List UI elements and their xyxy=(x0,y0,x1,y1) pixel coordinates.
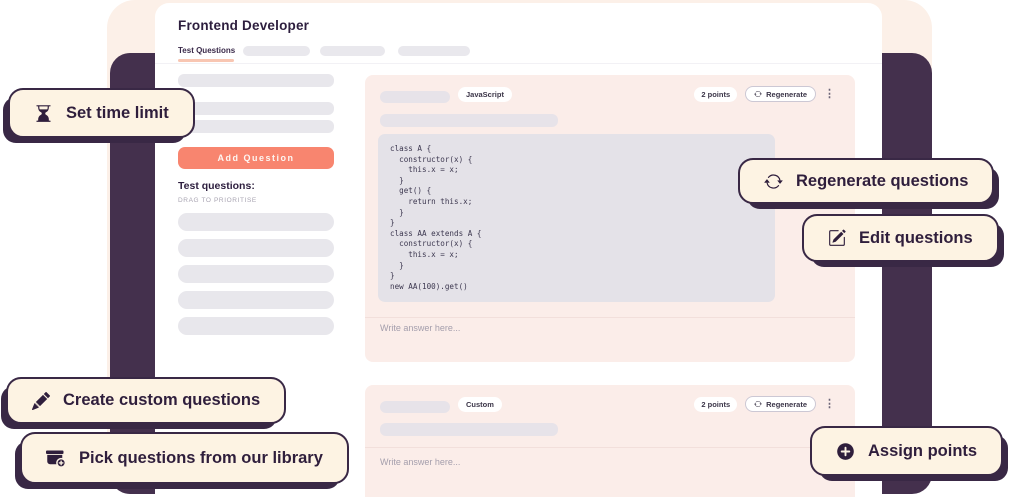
regenerate-button[interactable]: Regenerate xyxy=(745,86,816,102)
question-card-custom: Custom 2 points Regenerate ⋮ xyxy=(365,385,855,497)
drag-to-prioritise-hint: DRAG TO PRIORITISE xyxy=(178,197,257,204)
app-mockup: Frontend Developer Test Questions Add Qu… xyxy=(0,0,1024,500)
more-options-icon[interactable]: ⋮ xyxy=(824,89,835,100)
answer-input[interactable] xyxy=(380,323,800,351)
tab-placeholder-1[interactable] xyxy=(243,46,310,56)
callout-assign-points: Assign points xyxy=(810,426,1003,476)
refresh-icon xyxy=(764,172,783,191)
callout-create-custom-questions: Create custom questions xyxy=(6,377,286,424)
question-title-skeleton xyxy=(380,401,450,413)
pencil-icon xyxy=(32,392,50,410)
refresh-icon xyxy=(754,400,762,408)
regenerate-button-label: Regenerate xyxy=(766,90,807,99)
callout-label: Assign points xyxy=(868,442,977,461)
tab-placeholder-3[interactable] xyxy=(398,46,470,56)
question-list-item[interactable] xyxy=(178,265,334,283)
callout-edit-questions: Edit questions xyxy=(802,214,999,262)
tab-placeholder-2[interactable] xyxy=(320,46,385,56)
card-divider xyxy=(365,317,855,318)
card-divider xyxy=(365,447,855,448)
add-question-button[interactable]: Add Question xyxy=(178,147,334,169)
regenerate-button-label: Regenerate xyxy=(766,400,807,409)
callout-label: Edit questions xyxy=(859,229,973,248)
tabs-divider xyxy=(155,63,882,64)
sidebar-skeleton-row xyxy=(178,120,334,133)
page-title: Frontend Developer xyxy=(178,18,309,33)
active-tab-underline xyxy=(178,59,234,62)
code-snippet-block: class A { constructor(x) { this.x = x; }… xyxy=(378,134,775,302)
question-card-javascript: JavaScript 2 points Regenerate ⋮ class A… xyxy=(365,75,855,362)
sidebar-skeleton-row xyxy=(178,74,334,87)
question-list-item[interactable] xyxy=(178,239,334,257)
question-text-skeleton xyxy=(380,114,558,127)
question-text-skeleton xyxy=(380,423,558,436)
language-badge: Custom xyxy=(458,397,502,412)
question-list-item[interactable] xyxy=(178,213,334,231)
callout-label: Pick questions from our library xyxy=(79,449,323,468)
refresh-icon xyxy=(754,90,762,98)
regenerate-button[interactable]: Regenerate xyxy=(745,396,816,412)
callout-label: Regenerate questions xyxy=(796,172,968,191)
question-list-item[interactable] xyxy=(178,317,334,335)
callout-label: Set time limit xyxy=(66,104,169,123)
callout-regenerate-questions: Regenerate questions xyxy=(738,158,994,204)
plus-circle-icon xyxy=(836,442,855,461)
library-add-icon xyxy=(46,448,66,468)
answer-input[interactable] xyxy=(380,457,800,485)
points-badge[interactable]: 2 points xyxy=(694,397,737,412)
test-questions-heading: Test questions: xyxy=(178,180,255,192)
sidebar-skeleton-row xyxy=(178,102,334,115)
code-snippet: class A { constructor(x) { this.x = x; }… xyxy=(390,144,763,292)
question-list-item[interactable] xyxy=(178,291,334,309)
callout-pick-questions: Pick questions from our library xyxy=(20,432,349,484)
edit-icon xyxy=(828,229,846,247)
callout-label: Create custom questions xyxy=(63,391,260,410)
callout-set-time-limit: Set time limit xyxy=(8,88,195,138)
language-badge: JavaScript xyxy=(458,87,512,102)
points-badge[interactable]: 2 points xyxy=(694,87,737,102)
tab-test-questions[interactable]: Test Questions xyxy=(178,46,235,55)
hourglass-icon xyxy=(34,104,53,123)
question-title-skeleton xyxy=(380,91,450,103)
more-options-icon[interactable]: ⋮ xyxy=(824,399,835,410)
